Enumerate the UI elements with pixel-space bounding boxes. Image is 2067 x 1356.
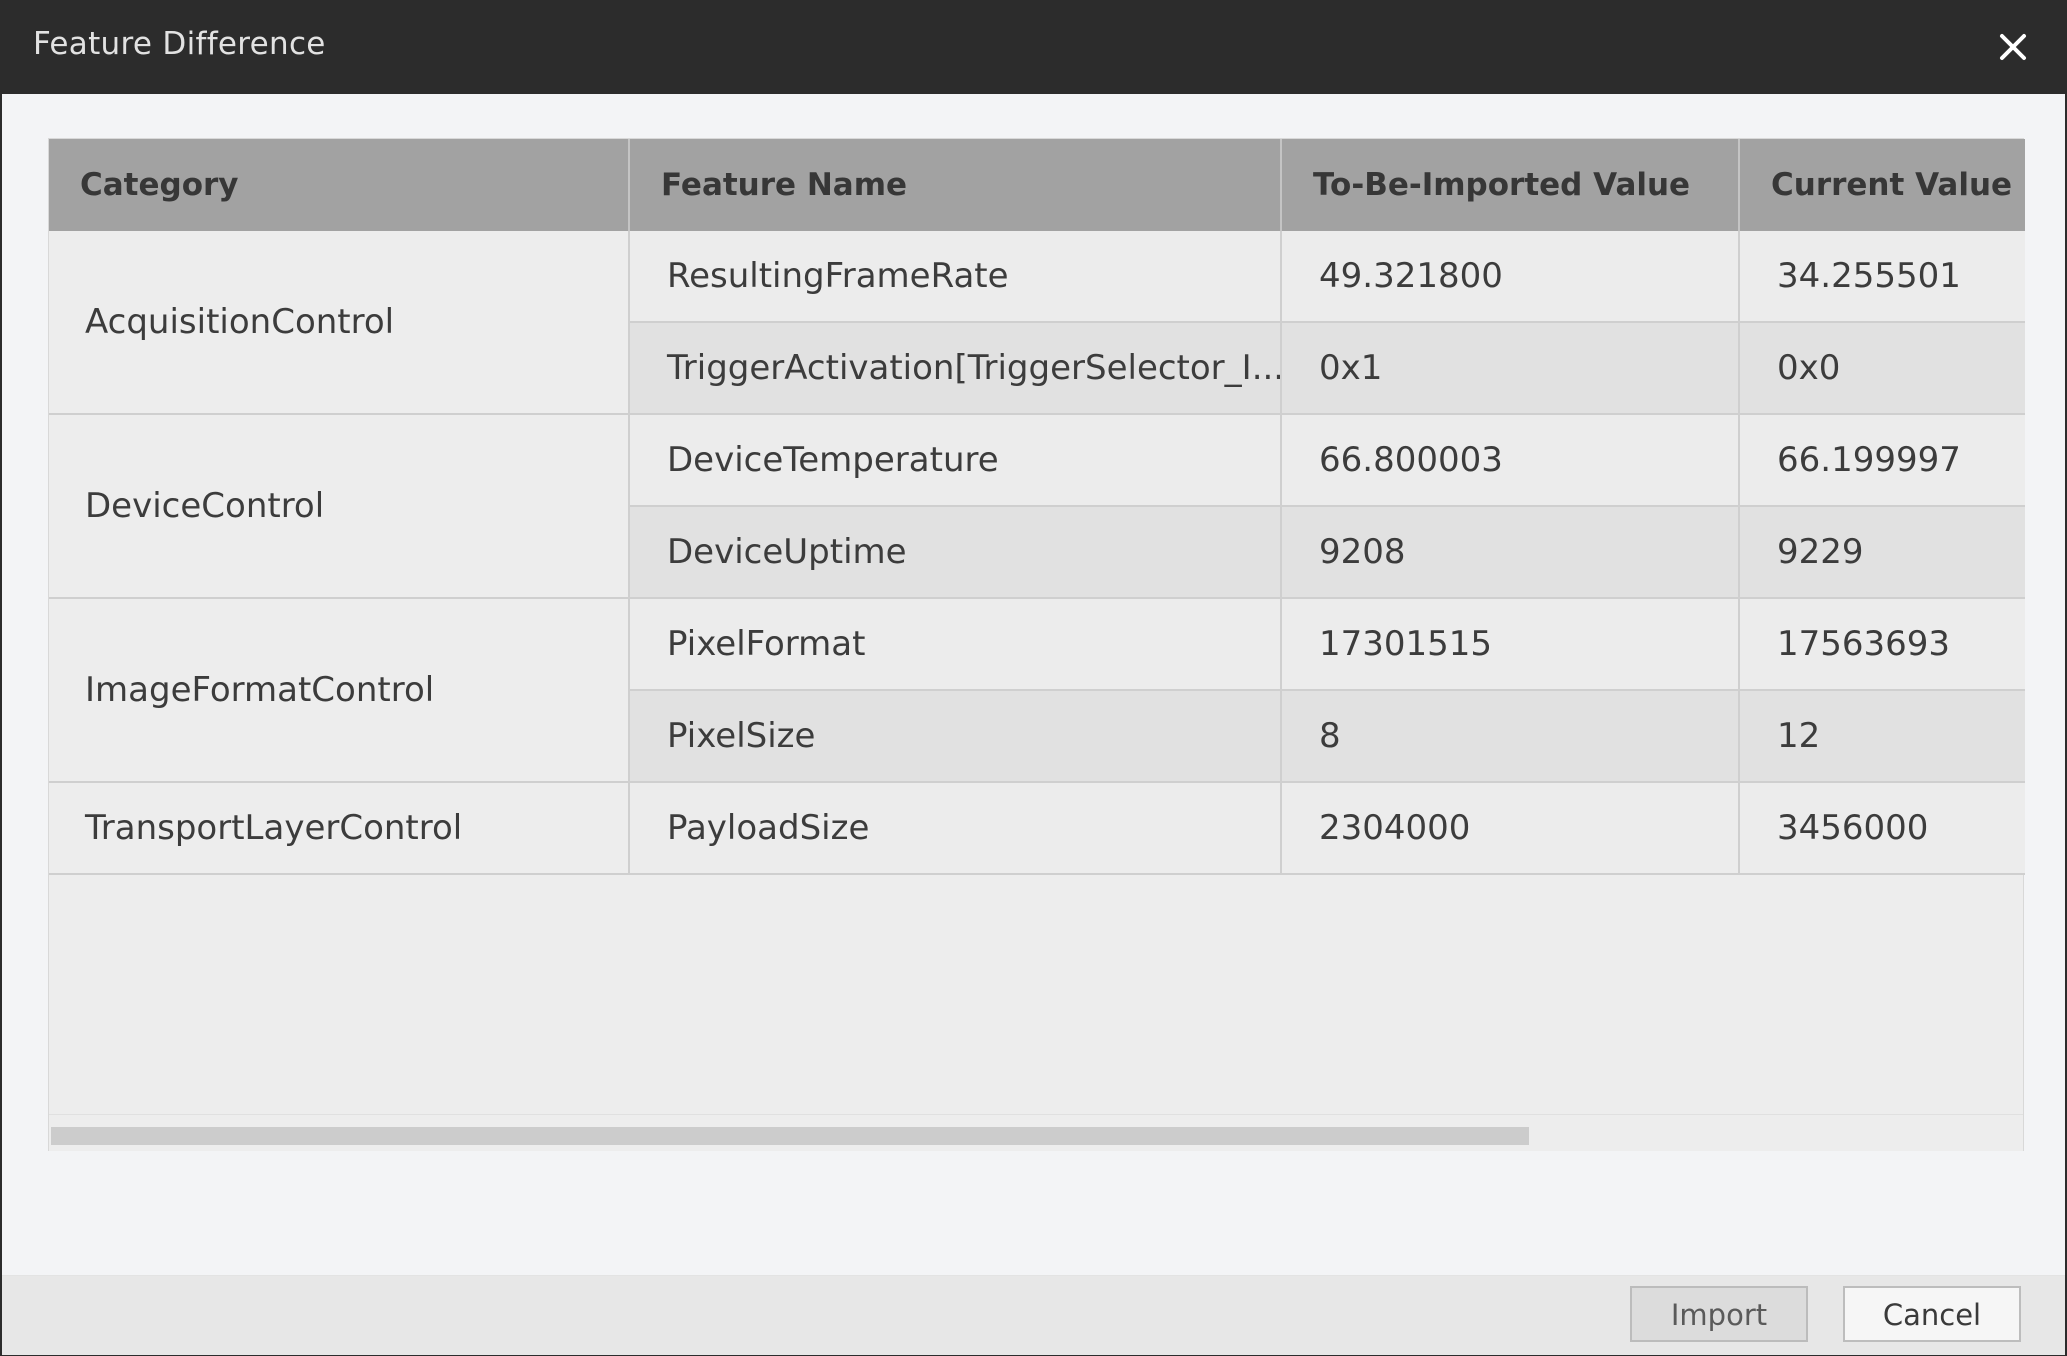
imported-value-cell[interactable]: 9208: [1282, 507, 1740, 599]
table-header: Category Feature Name To-Be-Imported Val…: [49, 139, 2025, 231]
column-header-current-value[interactable]: Current Value: [1740, 139, 2025, 231]
column-header-to-be-imported-value[interactable]: To-Be-Imported Value: [1282, 139, 1740, 231]
current-value-cell[interactable]: 9229: [1740, 507, 2025, 599]
column-header-category[interactable]: Category: [49, 139, 630, 231]
feature-difference-table: Category Feature Name To-Be-Imported Val…: [48, 138, 2025, 1151]
dialog-title: Feature Difference: [33, 26, 326, 62]
feature-name-cell[interactable]: ResultingFrameRate: [630, 231, 1282, 323]
current-value-cell[interactable]: 17563693: [1740, 599, 2025, 691]
imported-value-cell[interactable]: 17301515: [1282, 599, 1740, 691]
close-button[interactable]: [1987, 21, 2039, 73]
feature-name-cell[interactable]: PayloadSize: [630, 783, 1282, 875]
category-cell[interactable]: DeviceControl: [49, 415, 630, 599]
current-value-cell[interactable]: 0x0: [1740, 323, 2025, 415]
imported-value-cell[interactable]: 2304000: [1282, 783, 1740, 875]
category-cell[interactable]: ImageFormatControl: [49, 599, 630, 783]
current-value-cell[interactable]: 3456000: [1740, 783, 2025, 875]
import-button[interactable]: Import: [1630, 1286, 1808, 1342]
current-value-cell[interactable]: 34.255501: [1740, 231, 2025, 323]
imported-value-cell[interactable]: 66.800003: [1282, 415, 1740, 507]
category-cell[interactable]: TransportLayerControl: [49, 783, 630, 875]
feature-name-cell[interactable]: DeviceUptime: [630, 507, 1282, 599]
cancel-button[interactable]: Cancel: [1843, 1286, 2021, 1342]
imported-value-cell[interactable]: 0x1: [1282, 323, 1740, 415]
horizontal-scrollbar[interactable]: [49, 1114, 2023, 1151]
feature-name-cell[interactable]: DeviceTemperature: [630, 415, 1282, 507]
imported-value-cell[interactable]: 8: [1282, 691, 1740, 783]
close-icon: [2000, 34, 2026, 60]
category-cell[interactable]: AcquisitionControl: [49, 231, 630, 415]
scrollbar-thumb[interactable]: [51, 1127, 1529, 1145]
title-bar: Feature Difference: [2, 0, 2067, 94]
feature-name-cell[interactable]: TriggerActivation[TriggerSelector_I...: [630, 323, 1282, 415]
current-value-cell[interactable]: 66.199997: [1740, 415, 2025, 507]
feature-name-cell[interactable]: PixelFormat: [630, 599, 1282, 691]
feature-name-cell[interactable]: PixelSize: [630, 691, 1282, 783]
current-value-cell[interactable]: 12: [1740, 691, 2025, 783]
imported-value-cell[interactable]: 49.321800: [1282, 231, 1740, 323]
column-header-feature-name[interactable]: Feature Name: [630, 139, 1282, 231]
dialog-footer: Import Cancel: [2, 1275, 2065, 1355]
feature-difference-dialog: Feature Difference Category Feature Name…: [0, 0, 2067, 1356]
